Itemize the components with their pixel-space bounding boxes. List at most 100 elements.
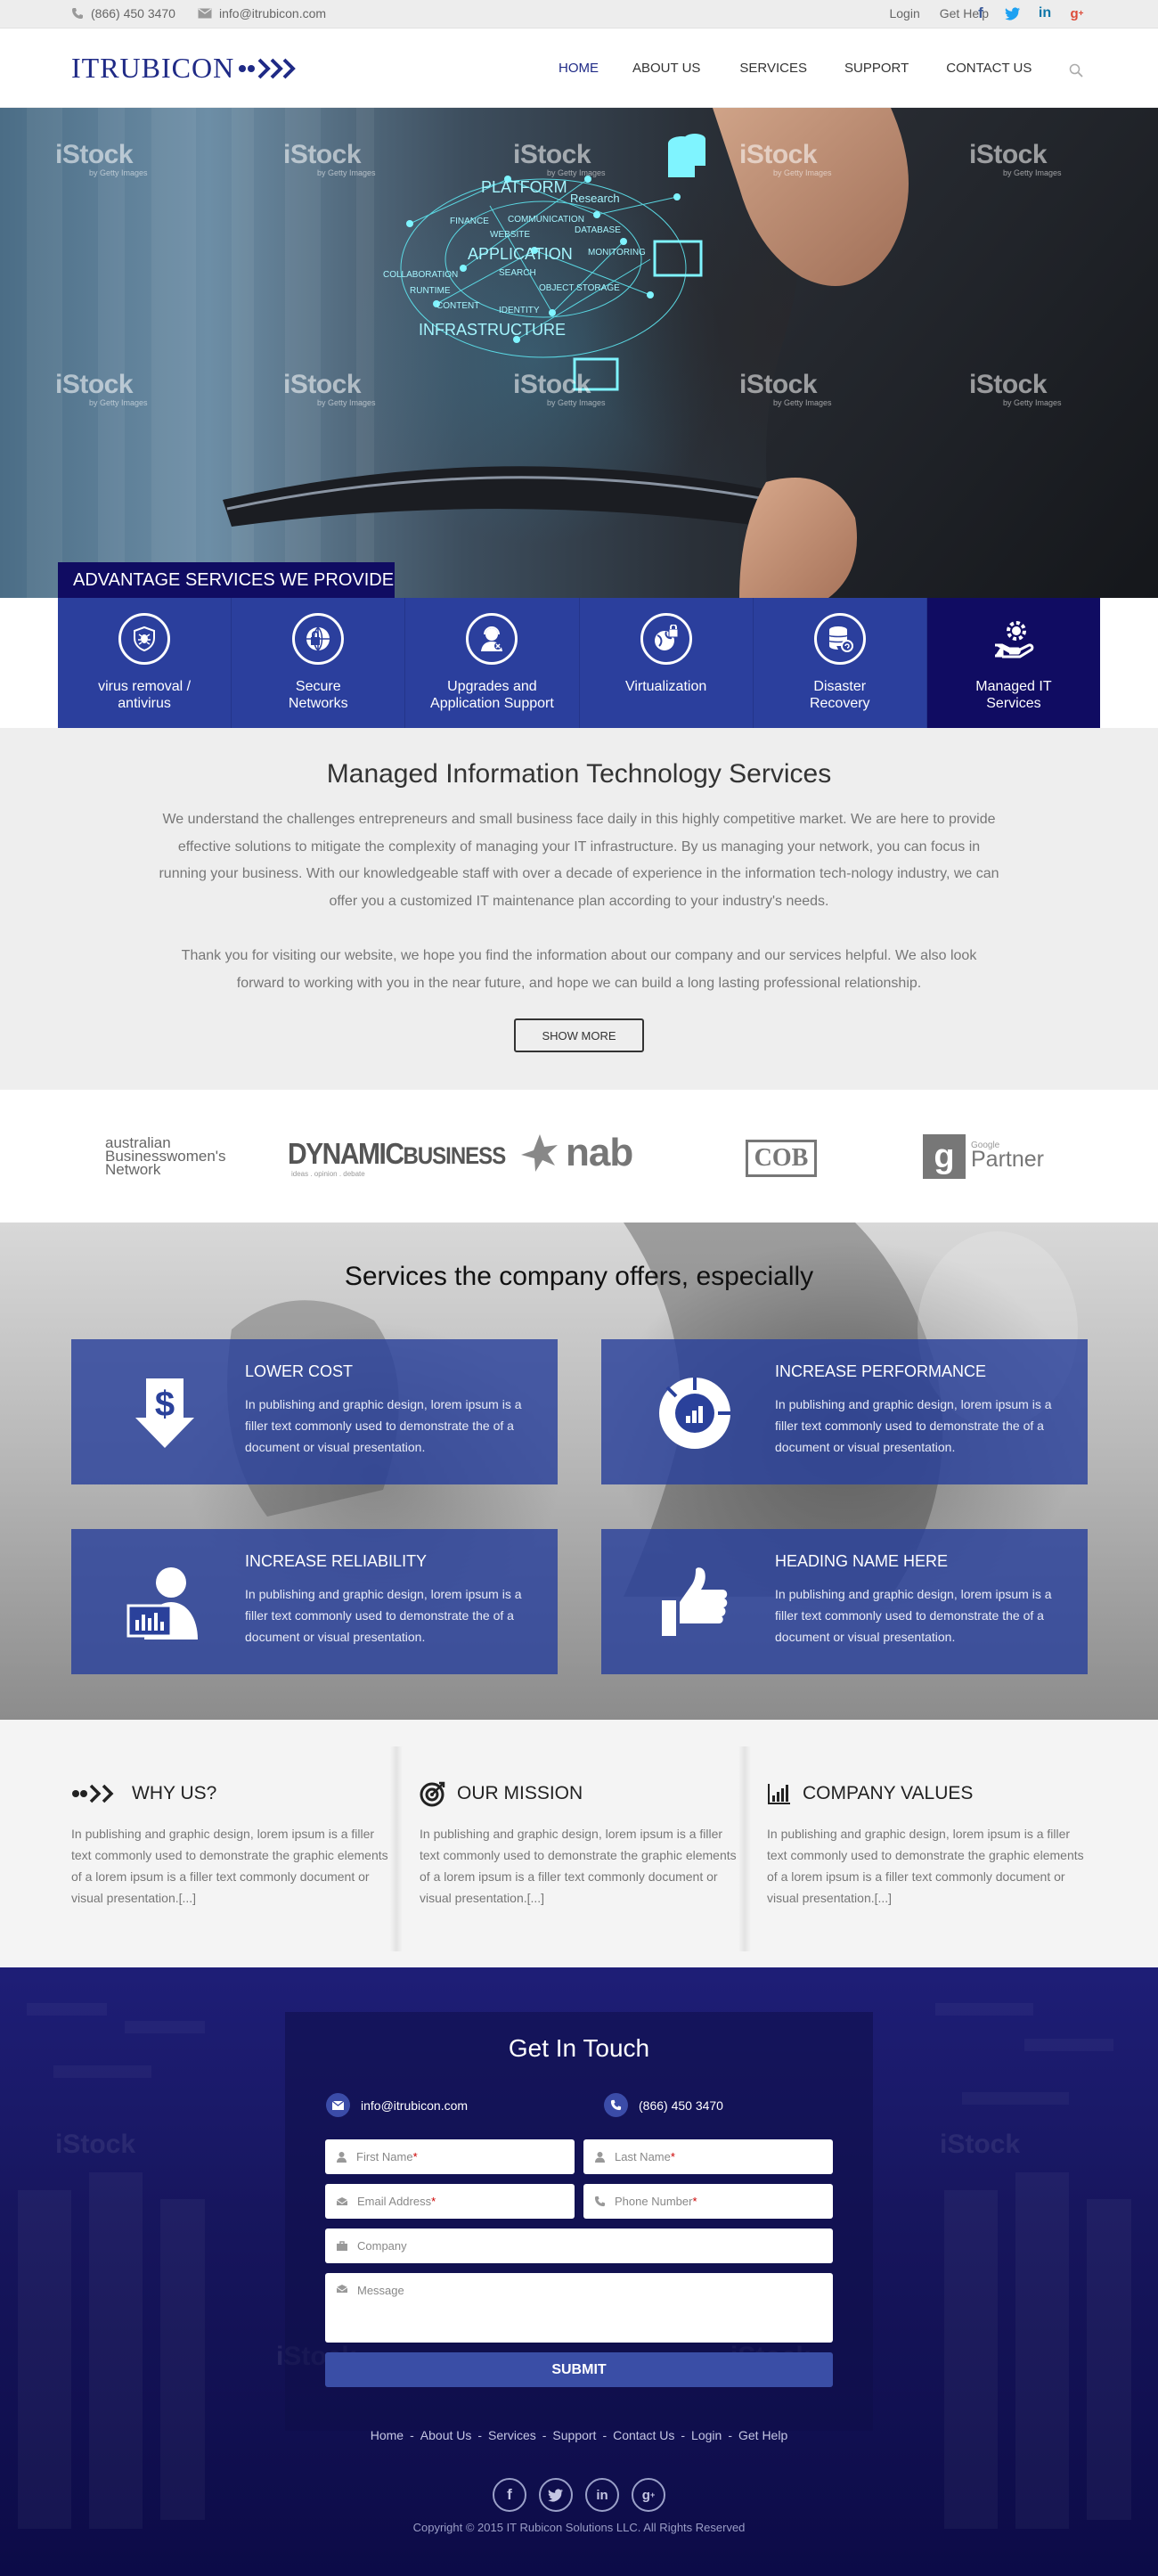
svg-text:WEBSITE: WEBSITE	[490, 230, 530, 240]
watermark: iStock by Getty Images	[969, 140, 1062, 177]
main-nav: HOME ABOUT US SERVICES SUPPORT CONTACT U…	[559, 61, 1032, 76]
contact-email[interactable]: info@itrubicon.com	[326, 2093, 468, 2117]
footer-link-support[interactable]: Support	[552, 2428, 596, 2442]
service-card[interactable]: INCREASE PERFORMANCE In publishing and g…	[601, 1339, 1088, 1484]
phone-field[interactable]: Phone Number*	[583, 2184, 833, 2219]
placeholder: Email Address	[357, 2195, 432, 2208]
logo-text: Network	[105, 1161, 161, 1178]
svg-text:CONTENT: CONTENT	[436, 301, 479, 311]
footer-link-get-help[interactable]: Get Help	[738, 2428, 787, 2442]
service-card[interactable]: INCREASE RELIABILITY In publishing and g…	[71, 1529, 558, 1674]
why-title: COMPANY VALUES	[803, 1783, 974, 1803]
svg-text:DATABASE: DATABASE	[575, 225, 621, 235]
google-g-icon: g	[923, 1134, 966, 1179]
google-partner-logo[interactable]: g Google Partner	[923, 1134, 1044, 1179]
copyright: Copyright © 2015 IT Rubicon Solutions LL…	[412, 2521, 746, 2534]
watermark: iStock	[55, 2130, 136, 2159]
thumbs-up-icon	[655, 1563, 735, 1643]
placeholder: First Name	[356, 2150, 413, 2163]
svg-text:FINANCE: FINANCE	[450, 217, 489, 226]
topbar-email-text: info@itrubicon.com	[219, 6, 327, 20]
show-more-button[interactable]: SHOW MORE	[514, 1018, 644, 1052]
nav-support[interactable]: SUPPORT	[844, 61, 909, 76]
advantage-heading: ADVANTAGE SERVICES WE PROVIDE	[58, 562, 395, 598]
facebook-icon[interactable]: f	[493, 2478, 526, 2512]
company-field[interactable]: Company	[325, 2228, 833, 2263]
envelope-icon	[326, 2093, 350, 2117]
message-field[interactable]: Message	[325, 2273, 833, 2343]
envelope-icon	[336, 2285, 348, 2293]
service-card[interactable]: HEADING NAME HERE In publishing and grap…	[601, 1529, 1088, 1674]
tab-secure-networks[interactable]: Secure Networks	[232, 598, 406, 728]
google-plus-icon[interactable]: g +	[632, 2478, 665, 2512]
linkedin-icon[interactable]: in	[585, 2478, 619, 2512]
database-recovery-icon	[813, 613, 866, 665]
tab-label: Managed IT Services	[975, 679, 1052, 711]
logo-text: DYNAMIC	[288, 1138, 404, 1171]
nav-services[interactable]: SERVICES	[739, 61, 807, 76]
search-icon[interactable]	[1069, 63, 1083, 78]
linkedin-icon[interactable]: in	[1035, 4, 1055, 23]
intro-paragraph-1: We understand the challenges entrepreneu…	[159, 812, 999, 909]
topbar-email[interactable]: info@itrubicon.com	[198, 6, 326, 20]
first-name-field[interactable]: First Name*	[325, 2139, 575, 2174]
google-plus-icon[interactable]: g +	[1067, 4, 1087, 23]
phone-icon	[72, 8, 83, 19]
tab-managed-it-services[interactable]: Managed IT Services	[926, 598, 1101, 739]
tab-virus-removal[interactable]: virus removal / antivirus	[58, 598, 232, 728]
footer-link-home[interactable]: Home	[371, 2428, 404, 2442]
tab-upgrades-support[interactable]: Upgrades and Application Support	[405, 598, 580, 728]
topbar-phone[interactable]: (866) 450 3470	[71, 6, 175, 20]
footer-contact: iStock iStock iStock iStock Get In Touch…	[0, 1967, 1158, 2576]
intro-section: Managed Information Technology Services …	[0, 728, 1158, 1090]
login-link[interactable]: Login	[889, 6, 919, 20]
hand-gear-icon	[988, 613, 1040, 665]
arrows-icon	[72, 1784, 114, 1803]
site-logo[interactable]: ITRUBICON	[71, 52, 302, 85]
footer-link-login[interactable]: Login	[691, 2428, 722, 2442]
watermark: iStock	[940, 2130, 1021, 2159]
submit-button[interactable]: SUBMIT	[325, 2352, 833, 2387]
cob-logo[interactable]: COB	[746, 1140, 817, 1177]
last-name-field[interactable]: Last Name*	[583, 2139, 833, 2174]
service-title: INCREASE RELIABILITY	[245, 1552, 428, 1570]
separator: -	[728, 2428, 732, 2442]
phone-icon	[604, 2093, 628, 2117]
dynamic-business-logo[interactable]: DYNAMICBUSINESS ideas . opinion . debate	[288, 1138, 506, 1178]
required-mark: *	[670, 2150, 675, 2163]
separator: -	[542, 2428, 547, 2442]
performance-chart-icon	[655, 1373, 735, 1453]
watermark: iStock by Getty Images	[739, 370, 832, 407]
service-card[interactable]: $ LOWER COST In publishing and graphic d…	[71, 1339, 558, 1484]
email-field[interactable]: Email Address*	[325, 2184, 575, 2219]
tab-disaster-recovery[interactable]: Disaster Recovery	[754, 598, 927, 728]
tab-virtualization[interactable]: Virtualization	[580, 598, 754, 728]
footer-link-contact[interactable]: Contact Us	[613, 2428, 674, 2442]
topbar-phone-text: (866) 450 3470	[91, 6, 175, 20]
envelope-icon	[198, 8, 212, 19]
footer-link-about[interactable]: About Us	[420, 2428, 472, 2442]
svg-text:SEARCH: SEARCH	[499, 268, 536, 278]
nav-contact-us[interactable]: CONTACT US	[946, 61, 1032, 76]
nav-home[interactable]: HOME	[559, 61, 599, 76]
briefcase-icon	[337, 2240, 347, 2251]
twitter-icon[interactable]	[539, 2478, 573, 2512]
twitter-icon[interactable]	[1003, 4, 1023, 23]
nav-about-us[interactable]: ABOUT US	[632, 61, 700, 76]
placeholder: Phone Number	[615, 2195, 693, 2208]
abn-logo[interactable]: australian Businesswomen's Network	[105, 1135, 226, 1178]
placeholder: Message	[357, 2284, 404, 2297]
footer-link-services[interactable]: Services	[488, 2428, 536, 2442]
facebook-icon[interactable]: f	[971, 4, 991, 23]
svg-text:COMMUNICATION: COMMUNICATION	[508, 215, 584, 225]
bar-chart-icon	[768, 1784, 790, 1804]
user-monitor-icon	[125, 1563, 205, 1643]
intro-title: Managed Information Technology Services	[326, 759, 832, 789]
svg-text:INFRASTRUCTURE: INFRASTRUCTURE	[419, 321, 566, 339]
separator: -	[477, 2428, 483, 2442]
contact-phone-text: (866) 450 3470	[639, 2098, 723, 2113]
required-mark: *	[431, 2195, 436, 2208]
contact-phone[interactable]: (866) 450 3470	[604, 2093, 723, 2117]
svg-text:PLATFORM: PLATFORM	[481, 178, 567, 196]
nab-logo[interactable]: nab	[519, 1131, 633, 1175]
